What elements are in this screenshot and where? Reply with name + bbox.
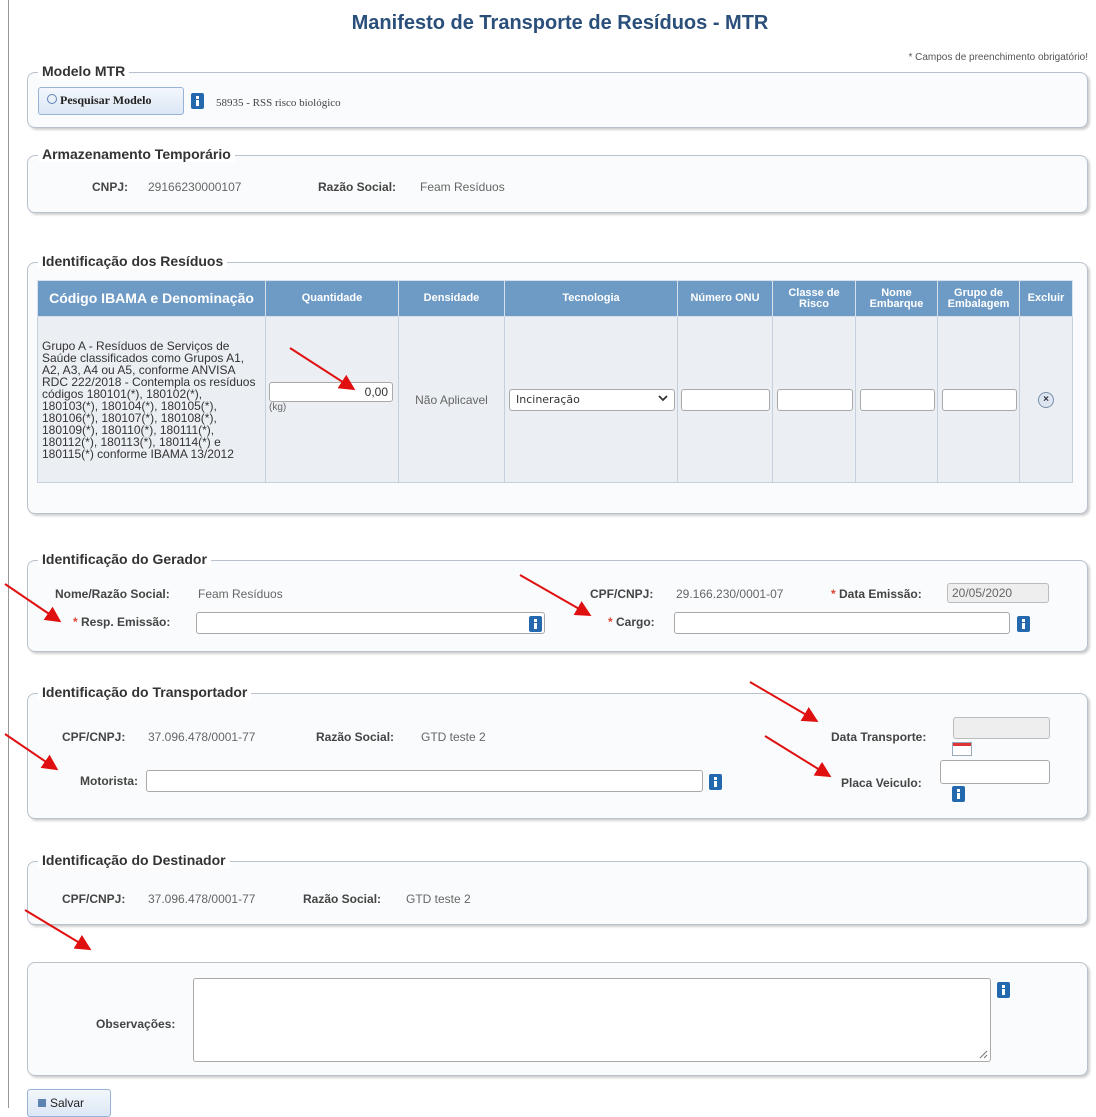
modelo-mtr-legend: Modelo MTR [38, 63, 130, 79]
modelo-mtr-section: Modelo MTR Pesquisar Modelo 58935 - RSS … [27, 63, 1088, 128]
razao-value: GTD teste 2 [421, 730, 486, 744]
col-header: Excluir [1019, 280, 1073, 317]
razao-label: Razão Social: [318, 180, 397, 194]
technology-select[interactable]: Incineração [509, 388, 675, 411]
motorista-input[interactable] [146, 770, 703, 792]
armazenamento-section: Armazenamento Temporário CNPJ: 291662300… [27, 146, 1088, 213]
nome-value: Feam Resíduos [198, 587, 283, 601]
chevron-down-icon [658, 394, 668, 401]
cpf-label: CPF/CNPJ: [590, 587, 654, 601]
resp-emissao-label-text: Resp. Emissão: [81, 615, 171, 629]
data-emissao-field: 20/05/2020 [947, 583, 1049, 603]
cargo-label: * Cargo: [608, 615, 655, 629]
technology-value: Incineração [516, 392, 580, 406]
observacoes-section: Observações: [27, 962, 1088, 1076]
info-icon[interactable] [997, 982, 1010, 998]
data-transporte-label: Data Transporte: [831, 730, 927, 744]
quantity-unit: (kg) [269, 402, 287, 413]
quantity-input[interactable]: 0,00 [269, 382, 393, 402]
resp-emissao-input[interactable] [196, 612, 545, 634]
classe-risco-input[interactable] [777, 388, 853, 411]
grupo-embalagem-input[interactable] [942, 388, 1017, 411]
description-cell: Grupo A - Resíduos de Serviços de Saúde … [37, 316, 266, 483]
data-emissao-label: * Data Emissão: [831, 587, 922, 601]
observacoes-label: Observações: [96, 1017, 176, 1031]
quantity-cell: 0,00 (kg) [265, 316, 399, 483]
placa-veiculo-input[interactable] [940, 760, 1050, 784]
search-model-button[interactable]: Pesquisar Modelo [38, 87, 184, 115]
col-header: Nome Embarque [855, 280, 938, 317]
waste-description: Grupo A - Resíduos de Serviços de Saúde … [42, 338, 256, 461]
razao-value: Feam Resíduos [420, 180, 505, 194]
search-model-label: Pesquisar Modelo [60, 93, 152, 107]
search-icon [47, 94, 57, 104]
cargo-label-text: Cargo: [616, 615, 655, 629]
info-icon[interactable] [1017, 616, 1030, 632]
resize-grip-icon[interactable] [978, 1049, 988, 1059]
data-emissao-label-text: Data Emissão: [839, 587, 922, 601]
transportador-section: Identificação do Transportador CPF/CNPJ:… [27, 684, 1088, 819]
density-cell: Não Aplicavel [398, 316, 505, 483]
destinador-section: Identificação do Destinador CPF/CNPJ: 37… [27, 852, 1088, 925]
armazenamento-legend: Armazenamento Temporário [38, 146, 235, 162]
info-icon[interactable] [709, 774, 722, 790]
technology-cell: Incineração [504, 316, 678, 483]
cpf-value: 29.166.230/0001-07 [676, 587, 784, 601]
delete-cell: × [1019, 316, 1073, 483]
razao-label: Razão Social: [316, 730, 395, 744]
left-border [8, 0, 9, 1108]
table-row: Grupo A - Resíduos de Serviços de Saúde … [37, 316, 1073, 483]
col-header: Quantidade [265, 280, 399, 317]
destinador-legend: Identificação do Destinador [38, 852, 230, 868]
info-icon[interactable] [952, 786, 965, 802]
embarque-cell [855, 316, 938, 483]
observacoes-textarea[interactable] [193, 978, 991, 1062]
col-header: Número ONU [677, 280, 773, 317]
col-header: Densidade [398, 280, 505, 317]
motorista-label: Motorista: [80, 774, 138, 788]
cpf-label: CPF/CNPJ: [62, 892, 126, 906]
cpf-label: CPF/CNPJ: [62, 730, 126, 744]
nome-label: Nome/Razão Social: [55, 587, 170, 601]
cpf-value: 37.096.478/0001-77 [148, 892, 256, 906]
residuos-table: Código IBAMA e Denominação Quantidade De… [37, 280, 1073, 483]
resp-emissao-label: * Resp. Emissão: [73, 615, 170, 629]
required-asterisk: * [608, 615, 617, 629]
cpf-value: 37.096.478/0001-77 [148, 730, 256, 744]
page-title: Manifesto de Transporte de Resíduos - MT… [351, 12, 769, 34]
residuos-legend: Identificação dos Resíduos [38, 253, 228, 269]
razao-value: GTD teste 2 [406, 892, 471, 906]
col-header: Código IBAMA e Denominação [37, 280, 266, 317]
data-transporte-field [953, 717, 1050, 739]
density-value: Não Aplicavel [415, 392, 488, 407]
required-asterisk: * [73, 615, 82, 629]
delete-icon[interactable]: × [1038, 392, 1054, 408]
col-header: Tecnologia [504, 280, 678, 317]
nome-embarque-input[interactable] [860, 388, 935, 411]
gerador-section: Identificação do Gerador Nome/Razão Soci… [27, 551, 1088, 652]
required-fields-note: * Campos de preenchimento obrigatório! [908, 52, 1088, 63]
numero-onu-input[interactable] [681, 388, 770, 411]
save-button[interactable]: Salvar [27, 1089, 111, 1117]
embalagem-cell [937, 316, 1020, 483]
info-icon[interactable] [529, 616, 542, 632]
gerador-legend: Identificação do Gerador [38, 551, 211, 567]
required-asterisk: * [831, 587, 840, 601]
selected-model-text: 58935 - RSS risco biológico [216, 97, 341, 109]
cnpj-value: 29166230000107 [148, 180, 242, 194]
calendar-icon[interactable] [952, 742, 972, 756]
razao-label: Razão Social: [303, 892, 382, 906]
classe-cell [772, 316, 856, 483]
transportador-legend: Identificação do Transportador [38, 684, 252, 700]
table-header-row: Código IBAMA e Denominação Quantidade De… [37, 280, 1073, 317]
col-header: Grupo de Embalagem [937, 280, 1020, 317]
placa-veiculo-label: Placa Veiculo: [841, 776, 922, 790]
save-icon [38, 1099, 46, 1107]
onu-cell [677, 316, 773, 483]
col-header: Classe de Risco [772, 280, 856, 317]
cnpj-label: CNPJ: [92, 180, 129, 194]
info-icon[interactable] [191, 93, 204, 109]
cargo-input[interactable] [674, 612, 1010, 634]
